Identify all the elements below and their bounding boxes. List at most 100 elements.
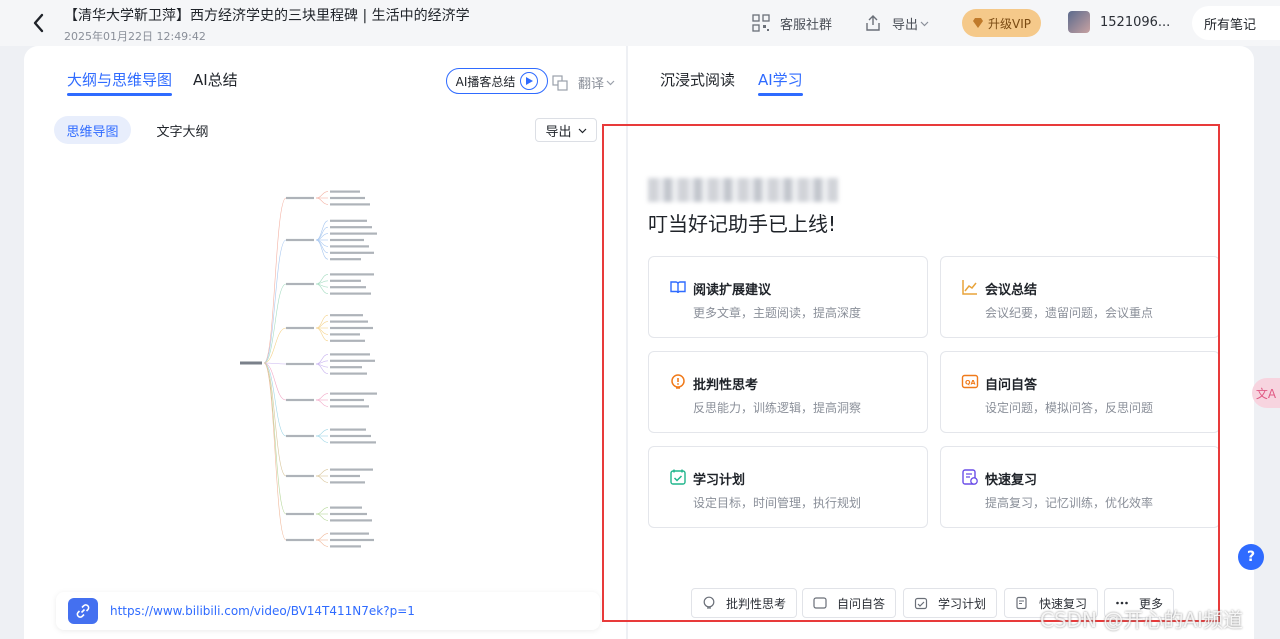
mindmap-node [330,238,364,242]
card-desc: 会议纪要，遗留问题，会议重点 [985,306,1154,320]
card-critical-thinking[interactable]: 批判性思考 反思能力，训练逻辑，提高洞察 [648,351,928,433]
ai-podcast-button[interactable]: AI播客总结 [446,68,548,94]
card-desc: 更多文章，主题阅读，提高深度 [693,306,862,320]
mindmap-node [286,434,314,438]
mindmap-node [330,273,374,276]
mindmap-node [330,506,362,509]
mindmap-edge [263,362,287,515]
mindmap-node [286,398,314,402]
title-area: 【清华大学靳卫萍】西方经济学史的三块里程碑 | 生活中的经济学 2025年01月… [64,5,470,44]
mindmap-node [330,219,367,222]
chart-icon [962,280,977,295]
translate-float-button[interactable]: 文A [1252,378,1280,408]
mindmap-edge [315,321,329,329]
card-reading-extension[interactable]: 阅读扩展建议 更多文章，主题阅读，提高深度 [648,256,928,338]
mindmap-node [330,279,361,282]
segment-text-outline[interactable]: 文字大纲 [144,116,221,144]
mindmap-node [286,326,314,330]
plan-icon [914,597,928,610]
mindmap-node [330,366,362,369]
vip-label: 升级VIP [988,16,1031,31]
segment-mindmap[interactable]: 思维导图 [54,116,131,144]
back-button[interactable] [28,10,50,36]
card-self-qa[interactable]: QA 自问自答 设定问题，模拟问答，反思问题 [940,351,1220,433]
right-panel: 沉浸式阅读 AI学习 叮当好记助手已上线! 阅读扩展建议 更多文章，主题阅读，提… [602,46,1254,639]
mindmap-edge [315,513,329,521]
mindmap-edge [315,197,329,205]
mindmap-node [330,468,373,471]
svg-text:QA: QA [965,379,976,387]
card-desc: 设定问题，模拟问答，反思问题 [985,401,1154,415]
back-arrow-icon [33,13,44,33]
export-mindmap-button[interactable]: 导出 [535,118,597,142]
mindmap-node [330,398,364,402]
mindmap-edge [315,469,329,477]
mindmap-node [286,282,314,286]
translate-badge-label: 文A [1255,386,1277,401]
community-button[interactable]: 客服社群 [752,12,832,34]
community-icon [752,14,770,32]
mindmap-node [330,359,375,362]
chevron-down-icon [578,128,586,133]
mindmap-node [330,405,369,408]
mindmap-node [330,353,370,356]
chip-self-qa[interactable]: 自问自答 [802,588,897,618]
mindmap-edge [263,362,287,437]
mindmap-node [330,333,360,336]
tab-outline-mindmap[interactable]: 大纲与思维导图 [67,69,173,96]
chip-study-plan[interactable]: 学习计划 [903,588,998,618]
source-url[interactable]: https://www.bilibili.com/video/BV14T411N… [110,604,415,618]
card-title: 学习计划 [693,473,746,488]
chip-label: 自问自答 [837,596,886,611]
book-icon [670,281,686,294]
bulb-icon [703,596,715,609]
help-button[interactable]: ? [1238,544,1264,570]
user-account[interactable]: 1521096... [1068,11,1170,33]
tab-immersive-reading[interactable]: 沉浸式阅读 [660,69,735,90]
mindmap-canvas[interactable] [238,178,418,548]
mindmap-edge [315,393,329,401]
export-label: 导出 [545,124,572,140]
all-notes-button[interactable]: 所有笔记 [1192,6,1280,40]
tab-ai-summary[interactable]: AI总结 [193,69,238,90]
mindmap-node [330,196,365,200]
mindmap-node [330,512,367,516]
tab-ai-learning[interactable]: AI学习 [758,69,803,96]
upgrade-vip-button[interactable]: 升级VIP [962,9,1041,37]
mindmap-node [330,203,370,206]
top-header: 【清华大学靳卫萍】西方经济学史的三块里程碑 | 生活中的经济学 2025年01月… [0,0,1280,46]
share-icon [866,15,880,31]
chevron-down-icon [920,21,929,26]
chip-label: 学习计划 [938,596,987,611]
chip-critical-thinking[interactable]: 批判性思考 [691,588,798,618]
card-title: 自问自答 [985,378,1038,393]
mindmap-node [330,372,367,375]
mindmap-node [286,196,314,200]
translate-button[interactable]: 翻译 [552,73,615,92]
mindmap-node [330,251,374,254]
card-study-plan[interactable]: 学习计划 设定目标，时间管理，执行规划 [648,446,928,528]
mindmap-node [286,512,314,516]
mindmap-node [330,292,371,295]
mindmap-edge [263,362,287,477]
mindmap-node [330,190,360,193]
all-notes-label: 所有笔记 [1204,17,1257,33]
translate-icon [552,74,568,91]
card-meeting-summary[interactable]: 会议总结 会议纪要，遗留问题，会议重点 [940,256,1220,338]
mindmap-node [330,339,365,342]
mindmap-node [330,481,365,484]
mindmap-root-node [240,361,262,365]
note-title: 【清华大学靳卫萍】西方经济学史的三块里程碑 | 生活中的经济学 [64,8,470,24]
mindmap-edge [263,362,287,541]
mindmap-edge [315,435,329,443]
mindmap-node [330,326,373,330]
translate-label: 翻译 [578,77,605,92]
card-quick-review[interactable]: 快速复习 提高复习，记忆训练，优化效率 [940,446,1220,528]
mindmap-node [330,314,363,317]
source-url-bar[interactable]: https://www.bilibili.com/video/BV14T411N… [56,592,600,630]
export-header-button[interactable]: 导出 [864,12,929,34]
plan-icon [670,469,686,485]
card-desc: 提高复习，记忆训练，优化效率 [985,496,1154,510]
link-icon [68,598,98,624]
mindmap-node [330,545,361,548]
